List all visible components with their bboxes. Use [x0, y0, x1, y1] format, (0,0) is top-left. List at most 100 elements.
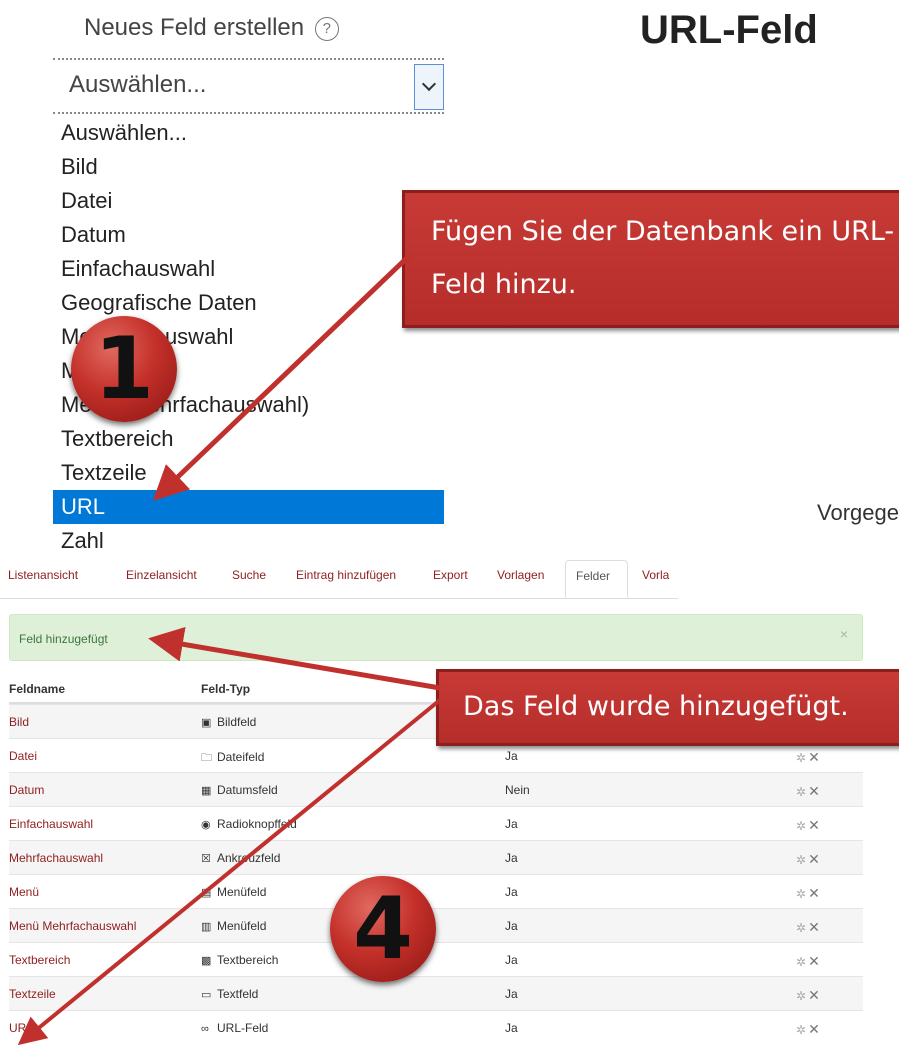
- field-type-select-value: Auswählen...: [69, 71, 207, 98]
- field-type-label: Bildfeld: [217, 715, 257, 729]
- tab-eintrag-hinzufügen[interactable]: Eintrag hinzufügen: [296, 568, 396, 582]
- field-type-cell: ◉ Radioknopffeld: [201, 817, 297, 831]
- field-required-cell: Ja: [505, 1021, 518, 1035]
- menu-icon: ▤: [201, 887, 212, 899]
- field-type-cell: ☒ Ankreuzfeld: [201, 851, 280, 865]
- textfield-icon: ▭: [201, 989, 212, 1001]
- close-icon[interactable]: ×: [840, 626, 848, 642]
- tab-vorla[interactable]: Vorla: [642, 568, 669, 582]
- row-actions: ✲ ✕: [796, 919, 820, 936]
- default-label: Vorgege: [817, 500, 899, 525]
- field-type-option[interactable]: Einfachauswahl: [53, 252, 444, 286]
- success-alert: Feld hinzugefügt ×: [9, 614, 863, 661]
- field-required-cell: Ja: [505, 919, 518, 933]
- field-name-link[interactable]: Menü: [9, 885, 39, 899]
- new-field-label: Neues Feld erstellen ?: [84, 14, 339, 42]
- row-actions: ✲ ✕: [796, 953, 820, 970]
- field-name-link[interactable]: Mehrfachauswahl: [9, 851, 103, 865]
- callout-step-4: Das Feld wurde hinzugefügt.: [436, 669, 899, 746]
- field-name-link[interactable]: Bild: [9, 715, 29, 729]
- delete-icon[interactable]: ✕: [808, 953, 820, 969]
- multimenu-icon: ▥: [201, 921, 212, 933]
- row-actions: ✲ ✕: [796, 1021, 820, 1038]
- delete-icon[interactable]: ✕: [808, 851, 820, 867]
- delete-icon[interactable]: ✕: [808, 885, 820, 901]
- gear-icon[interactable]: ✲: [796, 1023, 806, 1037]
- field-required-cell: Ja: [505, 817, 518, 831]
- table-row: Textzeile ▭ Textfeld Ja ✲ ✕: [9, 976, 863, 1010]
- field-type-label: Radioknopffeld: [217, 817, 297, 831]
- field-name-link[interactable]: Datei: [9, 749, 37, 763]
- delete-icon[interactable]: ✕: [808, 783, 820, 799]
- gear-icon[interactable]: ✲: [796, 887, 806, 901]
- delete-icon[interactable]: ✕: [808, 987, 820, 1003]
- folder-icon: 🗀: [201, 752, 212, 764]
- field-type-label: URL-Feld: [217, 1021, 269, 1035]
- field-required-cell: Ja: [505, 851, 518, 865]
- delete-icon[interactable]: ✕: [808, 919, 820, 935]
- field-type-option[interactable]: Textbereich: [53, 422, 444, 456]
- row-actions: ✲ ✕: [796, 851, 820, 868]
- field-name-link[interactable]: Textbereich: [9, 953, 70, 967]
- field-type-option[interactable]: Textzeile: [53, 456, 444, 490]
- table-row: Datum ▦ Datumsfeld Nein ✲ ✕: [9, 772, 863, 806]
- field-name-link[interactable]: URL: [9, 1021, 33, 1035]
- tab-felder[interactable]: Felder: [565, 560, 628, 598]
- image-icon: ▣: [201, 717, 212, 729]
- field-type-label: Ankreuzfeld: [217, 851, 281, 865]
- step-badge-4: 4: [330, 876, 436, 982]
- field-name-link[interactable]: Einfachauswahl: [9, 817, 93, 831]
- field-type-option[interactable]: Datei: [53, 184, 444, 218]
- checkbox-icon: ☒: [201, 853, 211, 865]
- field-name-link[interactable]: Datum: [9, 783, 44, 797]
- radio-icon: ◉: [201, 819, 211, 831]
- field-required-cell: Ja: [505, 987, 518, 1001]
- delete-icon[interactable]: ✕: [808, 817, 820, 833]
- gear-icon[interactable]: ✲: [796, 751, 806, 765]
- field-type-label: Dateifeld: [217, 750, 265, 764]
- link-icon: ∞: [201, 1023, 209, 1035]
- field-type-option[interactable]: Zahl: [53, 524, 444, 558]
- field-type-cell: ▤ Menüfeld: [201, 885, 266, 899]
- field-name-link[interactable]: Menü Mehrfachauswahl: [9, 919, 136, 933]
- field-type-cell: ▦ Datumsfeld: [201, 783, 278, 797]
- calendar-icon: ▦: [201, 785, 212, 797]
- field-type-option[interactable]: Datum: [53, 218, 444, 252]
- field-type-option[interactable]: Bild: [53, 150, 444, 184]
- field-required-cell: Ja: [505, 953, 518, 967]
- delete-icon[interactable]: ✕: [808, 749, 820, 765]
- field-type-label: Datumsfeld: [217, 783, 278, 797]
- tab-einzelansicht[interactable]: Einzelansicht: [126, 568, 197, 582]
- table-row: Menü Mehrfachauswahl ▥ Menüfeld Ja ✲ ✕: [9, 908, 863, 942]
- help-icon[interactable]: ?: [314, 17, 339, 41]
- field-type-select[interactable]: Auswählen...: [53, 58, 444, 114]
- row-actions: ✲ ✕: [796, 987, 820, 1004]
- tab-listenansicht[interactable]: Listenansicht: [8, 568, 78, 582]
- gear-icon[interactable]: ✲: [796, 785, 806, 799]
- gear-icon[interactable]: ✲: [796, 989, 806, 1003]
- field-type-option[interactable]: Auswählen...: [53, 116, 444, 150]
- tab-vorlagen[interactable]: Vorlagen: [497, 568, 544, 582]
- field-required-cell: Nein: [505, 783, 530, 797]
- gear-icon[interactable]: ✲: [796, 955, 806, 969]
- row-actions: ✲ ✕: [796, 885, 820, 902]
- tab-export[interactable]: Export: [433, 568, 468, 582]
- field-type-option[interactable]: Geografische Daten: [53, 286, 444, 320]
- field-name-link[interactable]: Textzeile: [9, 987, 56, 1001]
- tab-suche[interactable]: Suche: [232, 568, 266, 582]
- gear-icon[interactable]: ✲: [796, 819, 806, 833]
- textarea-icon: ▩: [201, 955, 212, 967]
- step-badge-1: 1: [71, 316, 177, 422]
- chevron-down-icon[interactable]: [414, 64, 444, 110]
- database-tabs: Listenansicht Einzelansicht Suche Eintrag h…: [0, 560, 678, 599]
- field-type-cell: ▭ Textfeld: [201, 987, 258, 1001]
- delete-icon[interactable]: ✕: [808, 1021, 820, 1037]
- table-row: Textbereich ▩ Textbereich Ja ✲ ✕: [9, 942, 863, 976]
- gear-icon[interactable]: ✲: [796, 921, 806, 935]
- table-row: URL ∞ URL-Feld Ja ✲ ✕: [9, 1010, 863, 1044]
- field-type-option[interactable]: URL: [53, 490, 444, 524]
- gear-icon[interactable]: ✲: [796, 853, 806, 867]
- field-type-cell: ▩ Textbereich: [201, 953, 278, 967]
- callout-step-1: Fügen Sie der Datenbank ein URL-Feld hin…: [402, 190, 899, 328]
- table-row: Einfachauswahl ◉ Radioknopffeld Ja ✲ ✕: [9, 806, 863, 840]
